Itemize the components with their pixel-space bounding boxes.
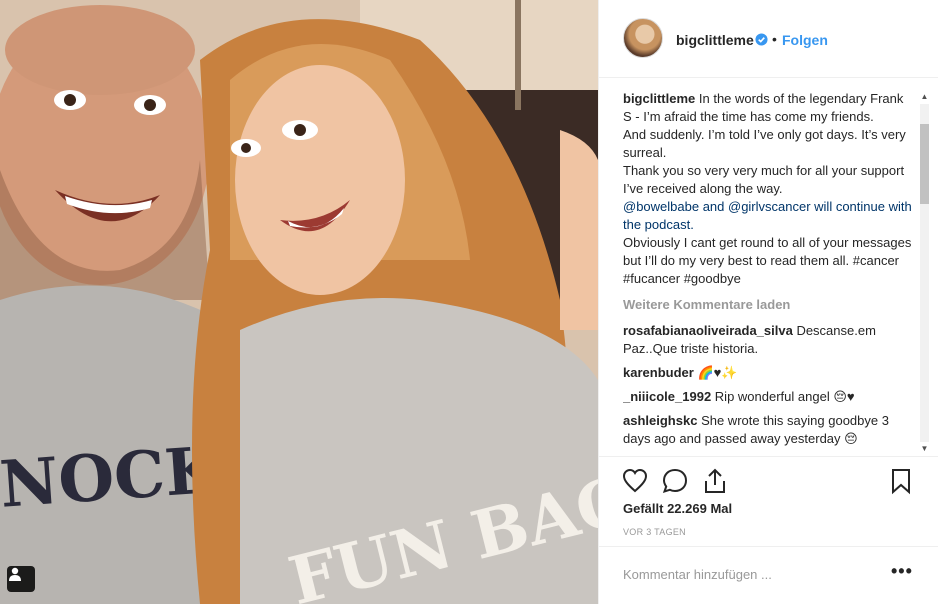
person-tag-icon — [9, 567, 21, 581]
verified-badge-icon — [755, 33, 768, 46]
post-photo[interactable]: NOCK R FUN BAG — [0, 0, 598, 604]
post-actions: Gefällt 22.269 Mal VOR 3 TAGEN — [599, 456, 938, 546]
comment-input[interactable]: Kommentar hinzufügen ... — [623, 567, 772, 582]
comment-bubble-icon[interactable] — [661, 467, 689, 495]
likes-count[interactable]: Gefällt 22.269 Mal — [623, 501, 732, 516]
heart-icon[interactable] — [621, 467, 649, 495]
comment-username[interactable]: karenbuder — [623, 365, 694, 380]
header-username[interactable]: bigclittleme — [676, 32, 754, 48]
bookmark-icon[interactable] — [887, 467, 915, 495]
caption-line: Obviously I cant get round to all of you… — [623, 235, 912, 286]
scroll-down-arrow-icon[interactable]: ▼ — [920, 444, 929, 454]
comment-username[interactable]: ashleighskc — [623, 413, 697, 428]
header-separator: • — [772, 31, 777, 47]
scrollbar-thumb[interactable] — [920, 124, 929, 204]
caption-line: Thank you so very very much for all your… — [623, 163, 905, 196]
post-side-panel: bigclittleme • Folgen bigclittleme In th… — [598, 0, 938, 604]
caption: bigclittleme In the words of the legenda… — [623, 90, 915, 288]
photo-illustration: NOCK R FUN BAG — [0, 0, 598, 604]
comment-item: ashleighskc She wrote this saying goodby… — [623, 412, 915, 448]
comment-text: Rip wonderful angel 😔♥ — [714, 389, 855, 404]
comment-item: _niiicole_1992 Rip wonderful angel 😔♥ — [623, 388, 915, 406]
comment-item: rosafabianaoliveirada_silva Descanse.em … — [623, 322, 915, 358]
comment-item: karenbuder 🌈♥✨ — [623, 364, 915, 382]
more-options-button[interactable]: ••• — [891, 561, 913, 582]
comments-scrollbar[interactable]: ▲ ▼ — [917, 92, 931, 454]
follow-button[interactable]: Folgen — [782, 32, 828, 48]
comment-username[interactable]: rosafabianaoliveirada_silva — [623, 323, 793, 338]
avatar[interactable] — [623, 18, 663, 58]
post-header: bigclittleme • Folgen — [599, 0, 938, 78]
post-timestamp: VOR 3 TAGEN — [623, 527, 686, 537]
share-icon[interactable] — [701, 467, 729, 495]
caption-line-mentions[interactable]: @bowelbabe and @girlvscancer will contin… — [623, 198, 915, 234]
tag-people-button[interactable] — [7, 566, 35, 592]
comment-username[interactable]: _niiicole_1992 — [623, 389, 711, 404]
caption-line: And suddenly. I’m told I’ve only got day… — [623, 127, 906, 160]
add-comment-bar: Kommentar hinzufügen ... ••• — [599, 546, 938, 604]
comments-list[interactable]: bigclittleme In the words of the legenda… — [623, 90, 915, 456]
comment-text: 🌈♥✨ — [697, 365, 738, 380]
caption-username[interactable]: bigclittleme — [623, 91, 695, 106]
scroll-up-arrow-icon[interactable]: ▲ — [920, 92, 929, 102]
load-more-comments-button[interactable]: Weitere Kommentare laden — [623, 296, 915, 314]
